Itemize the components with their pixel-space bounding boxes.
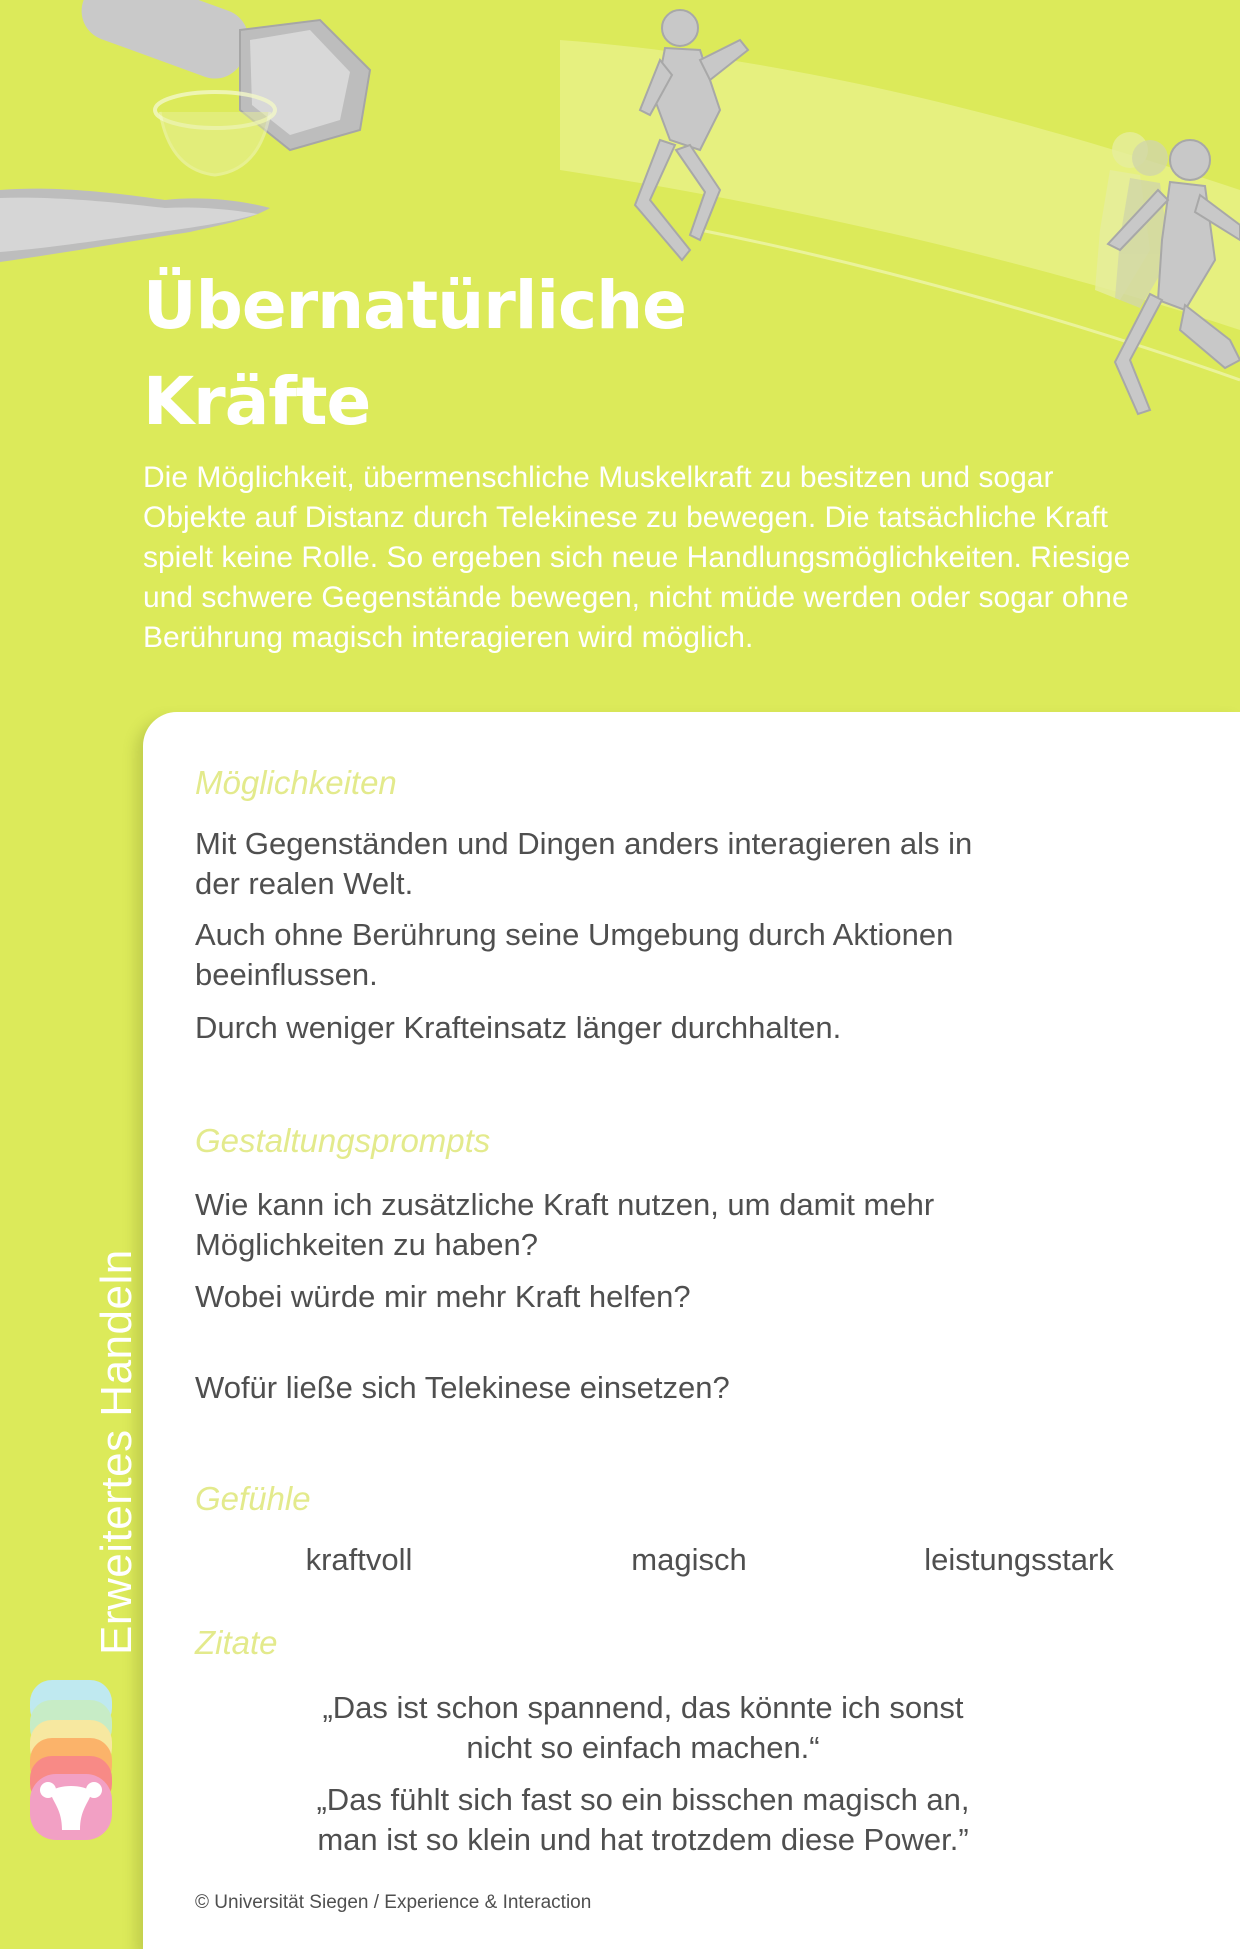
section-title-gefuehle: Gefühle [195, 1480, 311, 1517]
page-title: Übernatürliche Kräfte [143, 258, 687, 450]
moeglichkeit-item: Mit Gegenständen und Dingen anders inter… [195, 826, 973, 901]
prompt-item: Wobei würde mir mehr Kraft helfen? [195, 1279, 691, 1314]
feeling-label: kraftvoll [305, 1542, 413, 1577]
section-title-zitate: Zitate [195, 1624, 278, 1661]
category-label: Erweitertes Handeln [92, 1249, 141, 1655]
quote-item: „Das ist schon spannend, das könnte ich … [322, 1690, 964, 1765]
feeling-label: magisch [631, 1542, 747, 1577]
copyright-text: © Universität Siegen / Experience & Inte… [195, 1892, 592, 1913]
content-card: Möglichkeiten Mit Gegenständen und Dinge… [143, 712, 1240, 1949]
intro-text: Die Möglichkeit, übermenschliche Muskelk… [143, 461, 1131, 654]
prompt-item: Wie kann ich zusätzliche Kraft nutzen, u… [195, 1187, 935, 1262]
quote-item: „Das fühlt sich fast so ein bisschen mag… [316, 1782, 970, 1857]
moeglichkeit-item: Durch weniger Krafteinsatz länger durchh… [195, 1010, 842, 1045]
title-line-1: Übernatürliche [143, 267, 687, 344]
section-title-moeglichkeiten: Möglichkeiten [195, 764, 397, 801]
feeling-label: leistungsstark [924, 1542, 1114, 1577]
category-logo-icon [30, 1680, 112, 1840]
prompt-item: Wofür ließe sich Telekinese einsetzen? [195, 1370, 730, 1405]
title-line-2: Kräfte [143, 363, 371, 440]
section-title-gestaltungsprompts: Gestaltungsprompts [195, 1122, 491, 1159]
hand-icon [0, 188, 270, 262]
moeglichkeit-item: Auch ohne Berührung seine Umgebung durch… [195, 917, 954, 992]
